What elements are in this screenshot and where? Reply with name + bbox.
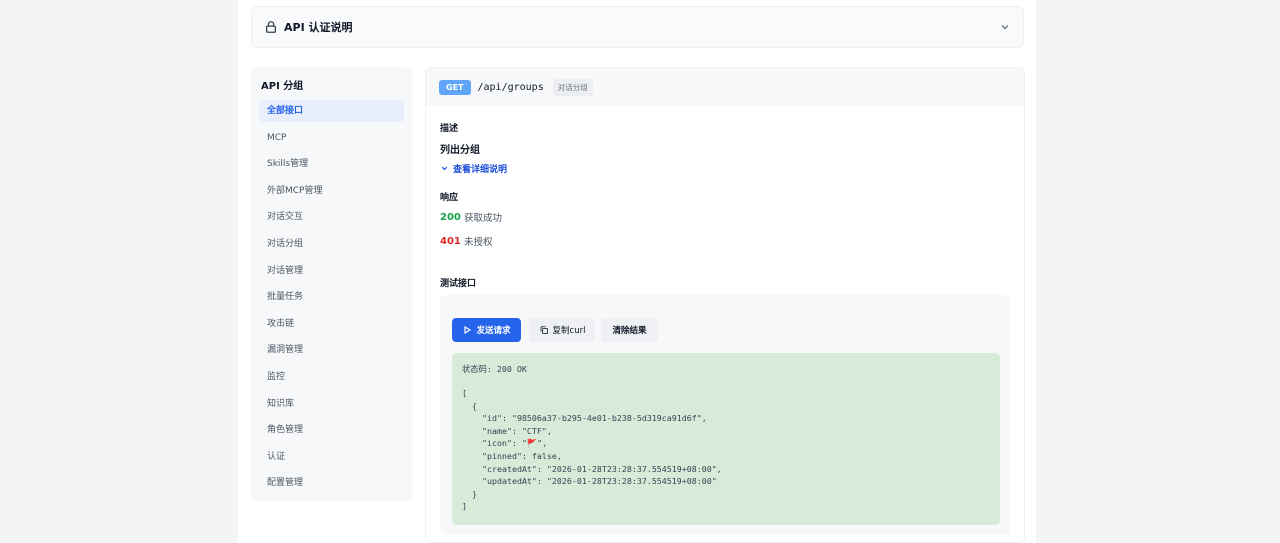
sidebar-item-config[interactable]: 配置管理 bbox=[259, 472, 404, 494]
sidebar-item-roles[interactable]: 角色管理 bbox=[259, 419, 404, 441]
response-row: 401 未授权 bbox=[440, 234, 493, 249]
response-row: 200 获取成功 bbox=[440, 210, 503, 225]
chevron-down-icon[interactable] bbox=[999, 21, 1011, 33]
method-badge: GET bbox=[439, 79, 471, 95]
copy-curl-button[interactable]: 复制curl bbox=[529, 318, 595, 342]
api-group-sidebar: API 分组 全部接口 MCP Skills管理 外部MCP管理 对话交互 对话… bbox=[251, 67, 412, 501]
sidebar-item-batch-tasks[interactable]: 批量任务 bbox=[259, 286, 404, 308]
sidebar-item-chat[interactable]: 对话交互 bbox=[259, 206, 404, 228]
test-panel: 发送请求 复制curl 清除结果 状态码: 200 OK [ { "id": "… bbox=[440, 295, 1010, 535]
sidebar-item-skills[interactable]: Skills管理 bbox=[259, 153, 404, 175]
sidebar-item-auth[interactable]: 认证 bbox=[259, 446, 404, 468]
sidebar-item-chat-manage[interactable]: 对话管理 bbox=[259, 260, 404, 282]
sidebar-item-external-mcp[interactable]: 外部MCP管理 bbox=[259, 180, 404, 202]
response-output: 状态码: 200 OK [ { "id": "98506a37-b295-4e0… bbox=[452, 353, 1000, 525]
copy-curl-label: 复制curl bbox=[552, 326, 586, 336]
status-code-text: 状态码: 200 OK bbox=[462, 364, 527, 374]
sidebar-item-chat-groups[interactable]: 对话分组 bbox=[259, 233, 404, 255]
response-code: 200 bbox=[440, 211, 461, 223]
sidebar-item-monitor[interactable]: 监控 bbox=[259, 366, 404, 388]
auth-section-header[interactable]: API 认证说明 bbox=[251, 6, 1024, 48]
sidebar-item-vulnerabilities[interactable]: 漏洞管理 bbox=[259, 339, 404, 361]
sidebar-item-knowledge[interactable]: 知识库 bbox=[259, 393, 404, 415]
view-details-label: 查看详细说明 bbox=[453, 165, 508, 175]
send-request-button[interactable]: 发送请求 bbox=[452, 318, 521, 342]
responses-label: 响应 bbox=[440, 193, 459, 203]
play-icon bbox=[464, 325, 472, 335]
endpoint-panel: GET /api/groups 对话分组 描述 列出分组 查看详细说明 响应 2… bbox=[425, 67, 1025, 543]
response-body: [ { "id": "98506a37-b295-4e01-b238-5d319… bbox=[462, 388, 722, 512]
chevron-down-icon bbox=[441, 166, 448, 171]
response-text: 获取成功 bbox=[464, 213, 503, 224]
sidebar-item-mcp[interactable]: MCP bbox=[259, 127, 404, 149]
endpoint-path: /api/groups bbox=[477, 81, 544, 93]
response-text: 未授权 bbox=[464, 237, 493, 248]
auth-section-title: API 认证说明 bbox=[284, 21, 353, 34]
sidebar-item-all[interactable]: 全部接口 bbox=[259, 100, 404, 122]
response-code: 401 bbox=[440, 235, 461, 247]
sidebar-item-attack-chain[interactable]: 攻击链 bbox=[259, 313, 404, 335]
group-tag: 对话分组 bbox=[552, 78, 593, 96]
description-label: 描述 bbox=[440, 124, 459, 134]
copy-icon bbox=[540, 326, 548, 334]
endpoint-header: GET /api/groups 对话分组 bbox=[426, 68, 1024, 106]
test-label: 测试接口 bbox=[440, 279, 477, 289]
view-details-link[interactable]: 查看详细说明 bbox=[440, 162, 507, 175]
sidebar-heading: API 分组 bbox=[261, 81, 304, 92]
send-request-label: 发送请求 bbox=[476, 326, 511, 336]
lock-icon bbox=[265, 21, 277, 33]
clear-results-button[interactable]: 清除结果 bbox=[601, 318, 658, 342]
description-text: 列出分组 bbox=[440, 145, 480, 156]
